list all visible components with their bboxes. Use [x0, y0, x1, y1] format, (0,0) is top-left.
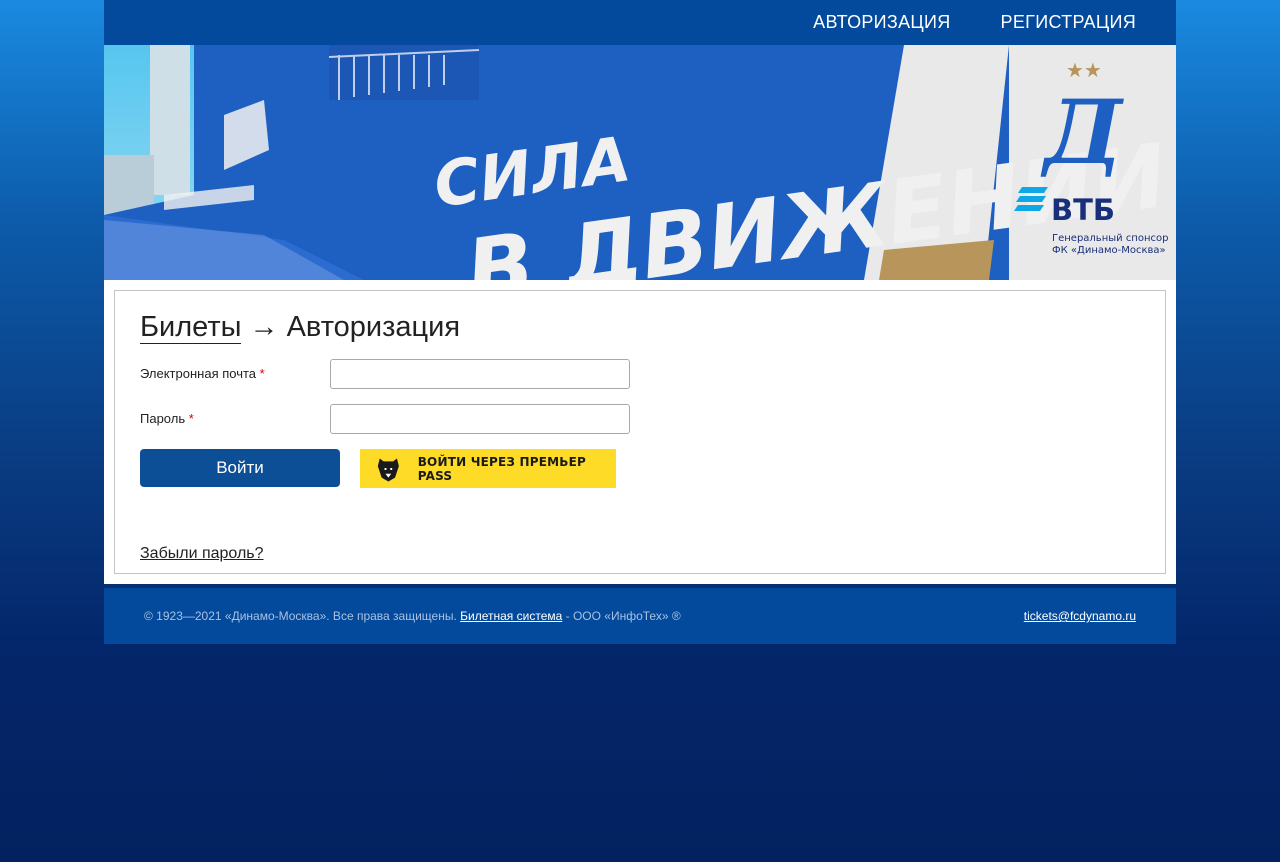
sponsor-caption-1: Генеральный спонсор	[1052, 233, 1168, 244]
login-button[interactable]: Войти	[140, 449, 340, 487]
breadcrumb-tickets-link[interactable]: Билеты	[140, 311, 242, 344]
dynamo-d-icon: Д	[1040, 80, 1124, 184]
bear-icon	[377, 457, 399, 481]
password-label: Пароль *	[140, 411, 194, 426]
banner-artwork: СИЛА В ДВИЖЕНИИ ★★ Д ВТБ Генеральный спо…	[104, 45, 1176, 280]
email-label: Электронная почта *	[140, 366, 265, 381]
page-title-text: Авторизация	[286, 311, 461, 343]
page-wrapper: АВТОРИЗАЦИЯ РЕГИСТРАЦИЯ СИЛА В ДВИЖЕНИИ …	[104, 0, 1176, 644]
footer-copyright: © 1923—2021 «Динамо-Москва». Все права з…	[144, 609, 681, 623]
content-panel: Билеты → Авторизация Электронная почта *…	[104, 280, 1176, 584]
footer: © 1923—2021 «Динамо-Москва». Все права з…	[104, 588, 1176, 644]
email-row: Электронная почта *	[140, 358, 1140, 389]
page-title: Билеты → Авторизация	[140, 311, 1140, 344]
password-row: Пароль *	[140, 403, 1140, 434]
stars-icon: ★★	[1066, 58, 1102, 82]
divider	[104, 584, 1176, 588]
premier-pass-label: ВОЙТИ ЧЕРЕЗ ПРЕМЬЕР PASS	[417, 454, 587, 483]
vtb-name: ВТБ	[1051, 193, 1115, 227]
premier-pass-button[interactable]: ВОЙТИ ЧЕРЕЗ ПРЕМЬЕР PASS	[360, 449, 616, 488]
nav-login-link[interactable]: АВТОРИЗАЦИЯ	[813, 12, 950, 33]
password-field[interactable]	[330, 403, 630, 434]
nav-register-link[interactable]: РЕГИСТРАЦИЯ	[1001, 12, 1136, 33]
login-box: Билеты → Авторизация Электронная почта *…	[114, 290, 1166, 574]
button-row: Войти ВОЙТИ ЧЕРЕЗ ПРЕМЬЕР PASS	[140, 449, 1140, 488]
breadcrumb-arrow: →	[249, 311, 279, 343]
forgot-password-link[interactable]: Забыли пароль?	[140, 545, 264, 563]
footer-email-link[interactable]: tickets@fcdynamo.ru	[1024, 609, 1136, 623]
required-mark: *	[188, 411, 194, 426]
email-field[interactable]	[330, 358, 630, 389]
top-nav: АВТОРИЗАЦИЯ РЕГИСТРАЦИЯ	[104, 0, 1176, 45]
required-mark: *	[259, 366, 265, 381]
ticket-system-link[interactable]: Билетная система	[460, 609, 562, 623]
header-banner: СИЛА В ДВИЖЕНИИ ★★ Д ВТБ Генеральный спо…	[104, 45, 1176, 280]
sponsor-caption-2: ФК «Динамо-Москва»	[1052, 245, 1166, 256]
